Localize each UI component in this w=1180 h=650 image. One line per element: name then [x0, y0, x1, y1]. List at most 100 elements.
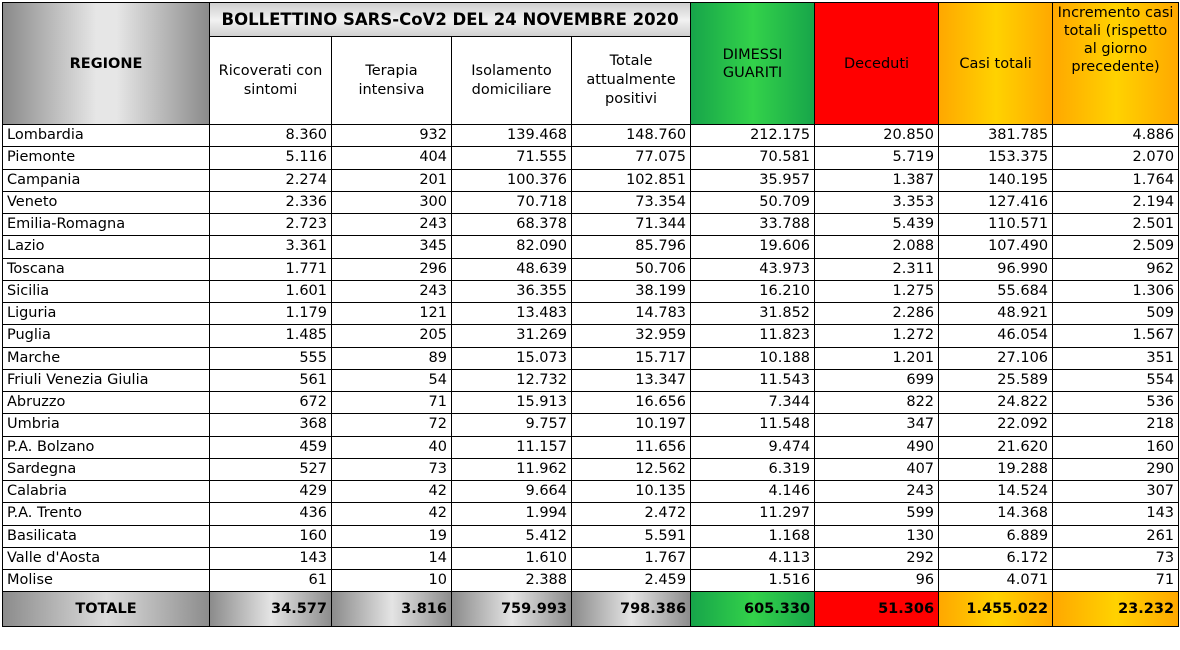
table-row: Lazio 3.361 345 82.090 85.796 19.606 2.088 107.…: [2, 235, 1180, 259]
cell-deceduti: 96: [814, 568, 940, 593]
cell-terapia-intensiva: 296: [331, 257, 452, 281]
cell-region: Valle d'Aosta: [2, 546, 210, 571]
header-incremento: Incremento casi totali (rispetto al gior…: [1052, 2, 1180, 125]
cell-dimessi-guariti: 19.606: [690, 235, 816, 259]
cell-incremento: 351: [1052, 346, 1180, 370]
cell-deceduti: 3.353: [814, 190, 940, 215]
cell-ricoverati: 1.601: [209, 279, 332, 304]
cell-casi-totali: 153.375: [938, 146, 1054, 170]
cell-totale-positivi: 38.199: [570, 279, 692, 304]
table-row: P.A. Trento 436 42 1.994 2.472 11.297 599 14.36…: [2, 502, 1180, 526]
cell-casi-totali: 4.071: [938, 568, 1054, 593]
cell-dimessi-guariti: 11.297: [690, 502, 816, 526]
cell-incremento: 218: [1052, 413, 1180, 437]
cell-isolamento: 36.355: [451, 279, 572, 304]
cell-isolamento: 31.269: [451, 324, 572, 348]
cell-dimessi-guariti: 6.319: [690, 457, 816, 482]
cell-totale-positivi: 148.760: [570, 123, 692, 148]
cell-isolamento: 71.555: [451, 146, 572, 170]
cell-totale-positivi: 2.459: [570, 568, 692, 593]
cell-terapia-intensiva: 205: [331, 324, 452, 348]
cell-casi-totali: 24.822: [938, 390, 1054, 415]
cell-totale-positivi: 13.347: [570, 368, 692, 393]
cell-incremento: 2.070: [1052, 146, 1180, 170]
totals-row: TOTALE 34.577 3.816 759.993 798.386 605.330 51…: [2, 591, 1180, 628]
cell-ricoverati: 143: [209, 546, 332, 571]
cell-terapia-intensiva: 345: [331, 235, 452, 259]
table-row: Sicilia 1.601 243 36.355 38.199 16.210 1.275 55…: [2, 279, 1180, 304]
cell-incremento: 1.567: [1052, 324, 1180, 348]
cell-dimessi-guariti: 1.516: [690, 568, 816, 593]
cell-isolamento: 139.468: [451, 123, 572, 148]
table-row: Marche 555 89 15.073 15.717 10.188 1.201 27.106…: [2, 346, 1180, 370]
cell-casi-totali: 46.054: [938, 324, 1054, 348]
cell-ricoverati: 2.723: [209, 212, 332, 237]
total-deceduti: 51.306: [814, 591, 940, 628]
cell-dimessi-guariti: 11.823: [690, 324, 816, 348]
table-row: Abruzzo 672 71 15.913 16.656 7.344 822 24.822 53…: [2, 390, 1180, 415]
cell-region: Liguria: [2, 301, 210, 326]
cell-casi-totali: 6.172: [938, 546, 1054, 571]
cell-totale-positivi: 77.075: [570, 146, 692, 170]
cell-dimessi-guariti: 4.113: [690, 546, 816, 571]
table-row: Toscana 1.771 296 48.639 50.706 43.973 2.311 96…: [2, 257, 1180, 281]
cell-incremento: 2.501: [1052, 212, 1180, 237]
cell-casi-totali: 14.368: [938, 502, 1054, 526]
cell-ricoverati: 2.274: [209, 168, 332, 192]
total-dimessi-guariti: 605.330: [690, 591, 816, 628]
cell-dimessi-guariti: 11.543: [690, 368, 816, 393]
cell-region: Sardegna: [2, 457, 210, 482]
cell-ricoverati: 436: [209, 502, 332, 526]
total-terapia-intensiva: 3.816: [331, 591, 452, 628]
total-isolamento: 759.993: [451, 591, 572, 628]
cell-incremento: 71: [1052, 568, 1180, 593]
header-terapia-intensiva: Terapia intensiva: [331, 36, 452, 125]
cell-ricoverati: 3.361: [209, 235, 332, 259]
header-isolamento: Isolamento domiciliare: [451, 36, 572, 125]
cell-deceduti: 1.275: [814, 279, 940, 304]
cell-deceduti: 5.439: [814, 212, 940, 237]
cell-isolamento: 70.718: [451, 190, 572, 215]
cell-totale-positivi: 12.562: [570, 457, 692, 482]
cell-region: P.A. Trento: [2, 502, 210, 526]
cell-casi-totali: 96.990: [938, 257, 1054, 281]
cell-isolamento: 82.090: [451, 235, 572, 259]
cell-deceduti: 347: [814, 413, 940, 437]
cell-isolamento: 68.378: [451, 212, 572, 237]
cell-deceduti: 490: [814, 435, 940, 459]
cell-terapia-intensiva: 71: [331, 390, 452, 415]
table-row: Molise 61 10 2.388 2.459 1.516 96 4.071 71: [2, 568, 1180, 593]
cell-deceduti: 1.201: [814, 346, 940, 370]
cell-totale-positivi: 102.851: [570, 168, 692, 192]
cell-dimessi-guariti: 16.210: [690, 279, 816, 304]
cell-terapia-intensiva: 73: [331, 457, 452, 482]
table-row: Valle d'Aosta 143 14 1.610 1.767 4.113 292 6.17…: [2, 546, 1180, 571]
cell-casi-totali: 19.288: [938, 457, 1054, 482]
cell-totale-positivi: 50.706: [570, 257, 692, 281]
table-row: Veneto 2.336 300 70.718 73.354 50.709 3.353 127…: [2, 190, 1180, 215]
total-totale-positivi: 798.386: [570, 591, 692, 628]
cell-region: Puglia: [2, 324, 210, 348]
total-incremento: 23.232: [1052, 591, 1180, 628]
cell-isolamento: 2.388: [451, 568, 572, 593]
cell-deceduti: 699: [814, 368, 940, 393]
table-row: Calabria 429 42 9.664 10.135 4.146 243 14.524 30…: [2, 479, 1180, 504]
cell-totale-positivi: 10.197: [570, 413, 692, 437]
cell-deceduti: 822: [814, 390, 940, 415]
cell-region: Abruzzo: [2, 390, 210, 415]
cell-totale-positivi: 16.656: [570, 390, 692, 415]
cell-casi-totali: 22.092: [938, 413, 1054, 437]
header-casi-totali: Casi totali: [938, 2, 1054, 125]
cell-ricoverati: 459: [209, 435, 332, 459]
cell-region: Umbria: [2, 413, 210, 437]
cell-ricoverati: 5.116: [209, 146, 332, 170]
cell-region: Veneto: [2, 190, 210, 215]
cell-region: Marche: [2, 346, 210, 370]
cell-terapia-intensiva: 243: [331, 212, 452, 237]
cell-region: Piemonte: [2, 146, 210, 170]
cell-isolamento: 11.157: [451, 435, 572, 459]
cell-region: Lombardia: [2, 123, 210, 148]
cell-totale-positivi: 5.591: [570, 524, 692, 548]
cell-incremento: 1.306: [1052, 279, 1180, 304]
cell-ricoverati: 429: [209, 479, 332, 504]
